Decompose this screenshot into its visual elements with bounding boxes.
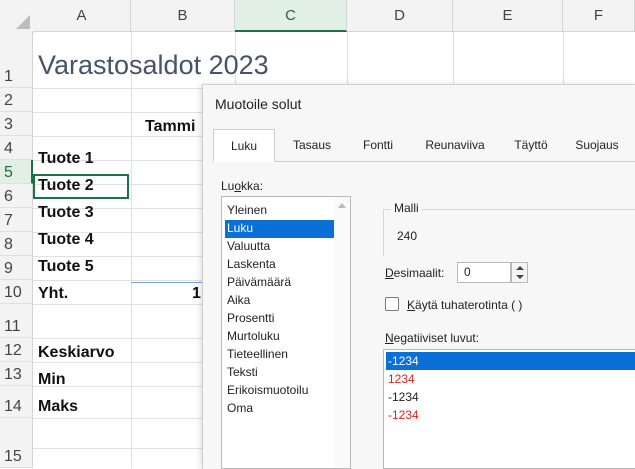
- category-item-erikoismuotoilu[interactable]: Erikoismuotoilu: [225, 382, 349, 400]
- column-header-b[interactable]: B: [131, 0, 235, 32]
- cell-b9[interactable]: 1: [192, 285, 201, 303]
- negative-numbers-label: Negatiiviset luvut:: [385, 331, 480, 345]
- spin-down-arrow-icon[interactable]: [516, 275, 524, 279]
- row-header-3[interactable]: 3: [0, 112, 33, 136]
- select-all-corner[interactable]: [0, 0, 34, 33]
- row-header-8[interactable]: 8: [0, 232, 33, 256]
- category-item-aika[interactable]: Aika: [225, 292, 349, 310]
- category-item-tieteellinen[interactable]: Tieteellinen: [225, 346, 349, 364]
- decimals-spinner[interactable]: [511, 262, 528, 283]
- row-header-11[interactable]: 11: [0, 304, 33, 338]
- format-cells-dialog: Muotoile solut Luku Tasaus Fontti Reunav…: [202, 84, 635, 469]
- cell-b3[interactable]: Tammi: [145, 118, 195, 136]
- negative-option-3[interactable]: -1234: [386, 388, 635, 406]
- category-item-laskenta[interactable]: Laskenta: [225, 256, 349, 274]
- category-item-murtoluku[interactable]: Murtoluku: [225, 328, 349, 346]
- dialog-tabs: Luku Tasaus Fontti Reunaviiva Täyttö Suo…: [213, 129, 635, 162]
- decimals-label: Desimaalit:: [385, 266, 445, 280]
- decimals-input[interactable]: 0: [457, 262, 511, 283]
- row-header-6[interactable]: 6: [0, 184, 33, 208]
- category-label: Luokka:: [221, 179, 264, 193]
- thousands-separator-checkbox[interactable]: [385, 297, 399, 311]
- cell-a6[interactable]: Tuote 3: [38, 204, 94, 222]
- column-header-a[interactable]: A: [33, 0, 131, 32]
- category-item-oma[interactable]: Oma: [225, 400, 349, 418]
- category-item-luku[interactable]: Luku: [225, 220, 349, 238]
- cell-a7[interactable]: Tuote 4: [38, 231, 94, 249]
- scroll-up-arrow-icon[interactable]: [338, 203, 346, 208]
- tab-suojaus[interactable]: Suojaus: [563, 129, 631, 161]
- negative-option-1[interactable]: -1234: [386, 352, 635, 370]
- cell-a11[interactable]: Keskiarvo: [38, 344, 115, 362]
- spin-up-arrow-icon[interactable]: [516, 266, 524, 270]
- sheet-title-cell[interactable]: Varastosaldot 2023: [38, 50, 269, 81]
- cell-a13[interactable]: Maks: [38, 398, 78, 416]
- row-header-15[interactable]: 15: [0, 418, 33, 468]
- negative-numbers-listbox[interactable]: -1234 1234 -1234 -1234: [383, 349, 635, 469]
- dialog-title: Muotoile solut: [215, 96, 302, 112]
- row-header-9[interactable]: 9: [0, 256, 33, 280]
- row-header-5[interactable]: 5: [0, 160, 33, 184]
- thousands-separator-label: Käytä tuhaterotinta ( ): [407, 298, 523, 312]
- column-header-c[interactable]: C: [235, 0, 347, 32]
- column-header-d[interactable]: D: [347, 0, 453, 32]
- tab-reunaviiva[interactable]: Reunaviiva: [413, 129, 497, 161]
- sample-group: [383, 209, 635, 256]
- row-header-14[interactable]: 14: [0, 386, 33, 418]
- sample-value: 240: [397, 229, 418, 243]
- row-header-2[interactable]: 2: [0, 88, 33, 112]
- category-item-paivamaara[interactable]: Päivämäärä: [225, 274, 349, 292]
- select-all-triangle-icon: [16, 15, 30, 29]
- category-item-valuutta[interactable]: Valuutta: [225, 238, 349, 256]
- row-header-13[interactable]: 13: [0, 362, 33, 386]
- negative-option-2[interactable]: 1234: [386, 370, 635, 388]
- cell-a12[interactable]: Min: [38, 371, 66, 389]
- grid-line: [131, 32, 132, 468]
- cell-a4[interactable]: Tuote 1: [38, 150, 94, 168]
- sample-label: Malli: [391, 201, 422, 215]
- sum-row-border: [131, 282, 203, 283]
- tab-fontti[interactable]: Fontti: [353, 129, 403, 161]
- cell-a9[interactable]: Yht.: [38, 285, 68, 303]
- tab-taytto[interactable]: Täyttö: [501, 129, 561, 161]
- row-header-10[interactable]: 10: [0, 280, 33, 304]
- category-item-yleinen[interactable]: Yleinen: [225, 202, 349, 220]
- active-cell-outline: [33, 174, 129, 199]
- tab-luku[interactable]: Luku: [213, 129, 275, 162]
- row-header-1[interactable]: 1: [0, 32, 33, 88]
- negative-option-4[interactable]: -1234: [386, 406, 635, 424]
- tab-tasaus[interactable]: Tasaus: [281, 129, 343, 161]
- category-item-prosentti[interactable]: Prosentti: [225, 310, 349, 328]
- row-header-4[interactable]: 4: [0, 136, 33, 160]
- category-item-teksti[interactable]: Teksti: [225, 364, 349, 382]
- row-header-12[interactable]: 12: [0, 338, 33, 362]
- category-scrollbar[interactable]: [334, 197, 350, 468]
- category-listbox[interactable]: Yleinen Luku Valuutta Laskenta Päivämäär…: [221, 196, 351, 469]
- column-header-e[interactable]: E: [453, 0, 563, 32]
- cell-a8[interactable]: Tuote 5: [38, 258, 94, 276]
- row-header-7[interactable]: 7: [0, 208, 33, 232]
- column-header-f[interactable]: F: [563, 0, 635, 32]
